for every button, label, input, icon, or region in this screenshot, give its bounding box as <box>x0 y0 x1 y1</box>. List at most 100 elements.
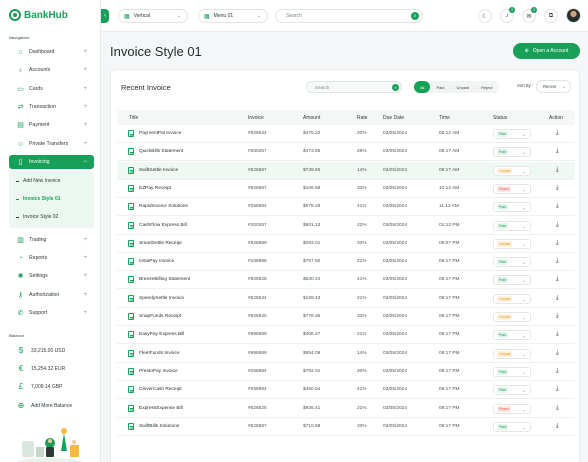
download-icon[interactable]: ⤓ <box>556 331 559 338</box>
download-icon[interactable]: ⤓ <box>556 350 559 357</box>
col-title[interactable]: Title <box>129 115 138 121</box>
user-avatar[interactable] <box>566 8 581 23</box>
menu-select[interactable]: ▦ Menu 01 ⌄ <box>198 9 268 23</box>
download-icon[interactable]: ⤓ <box>556 258 559 265</box>
status-select[interactable]: Paid ⌄ <box>493 147 531 158</box>
status-select[interactable]: Reject ⌄ <box>493 183 531 194</box>
table-row[interactable]: EasyPay Express Bill #696589 $406.27 21% 03/… <box>117 326 575 345</box>
status-select[interactable]: Unpaid ⌄ <box>493 165 531 176</box>
top-search-input[interactable]: Search ⌕ <box>275 9 423 23</box>
search-icon[interactable]: ⌕ <box>392 84 399 91</box>
wallet-icon: ▤ <box>17 121 24 129</box>
table-row[interactable]: PaymentPal Invoice #526534 $475.22 20% 03/05… <box>117 125 575 143</box>
sidebar-item-private-transfers[interactable]: ☺ Private Transfers + <box>9 137 94 151</box>
table-row[interactable]: CleverCash Receipt #256584 $450.54 41% 03/05… <box>117 381 575 400</box>
invoice-search-input[interactable]: Search ⌕ <box>306 81 402 93</box>
col-time[interactable]: Time <box>439 115 450 121</box>
filter-unpaid[interactable]: Unpaid <box>450 81 475 93</box>
table-row[interactable]: QuickBills Statement #200257 $473.85 26% 03/… <box>117 143 575 162</box>
download-icon[interactable]: ⤓ <box>556 423 559 430</box>
status-select[interactable]: Paid ⌄ <box>493 330 531 341</box>
download-icon[interactable]: ⤓ <box>556 368 559 375</box>
status-select[interactable]: Unpaid ⌄ <box>493 312 531 322</box>
download-icon[interactable]: ⤓ <box>556 276 559 283</box>
submenu-invoice-style-02[interactable]: Invoice Style 02 <box>16 214 58 220</box>
layout-select[interactable]: ▦ Vertical ⌄ <box>118 9 188 23</box>
table-row[interactable]: SnapFunds Receipt #526520 $778.35 33% 03/05/… <box>117 308 575 326</box>
sidebar-item-dashboard[interactable]: ⌂ Dashboard + <box>9 45 94 59</box>
search-icon[interactable]: ⌕ <box>411 12 419 20</box>
table-row[interactable]: SwiftBills Solutions #526587 $710.68 33% 03/… <box>117 418 575 436</box>
col-invoice[interactable]: Invoice <box>248 115 264 121</box>
submenu-invoice-style-01[interactable]: Invoice Style 01 <box>16 196 61 202</box>
download-icon[interactable]: ⤓ <box>556 167 559 174</box>
sidebar-item-support[interactable]: ✆ Support + <box>9 306 94 320</box>
sidebar-item-label: Settings <box>29 273 48 279</box>
download-icon[interactable]: ⤓ <box>556 148 559 155</box>
table-row[interactable]: PrestoPay Invoice #256584 $782.01 20% 03/05/… <box>117 363 575 381</box>
filter-reject[interactable]: Reject <box>475 81 498 93</box>
col-action[interactable]: Action <box>549 115 563 121</box>
download-icon[interactable]: ⤓ <box>556 185 559 192</box>
table-row[interactable]: SmartSettle Receipt #526589 $293.01 33% 03/0… <box>117 235 575 253</box>
sidebar-item-payment[interactable]: ▤ Payment + <box>9 118 94 132</box>
submenu-add-new-invoice[interactable]: Add New Invoice <box>16 178 61 184</box>
brand-logo[interactable]: BankHub <box>9 9 68 21</box>
sidebar-item-authorization[interactable]: ⚷ Authorization + <box>9 288 94 302</box>
table-row[interactable]: EZPay Receipt #526587 $106.58 33% 03/05/2024… <box>117 180 575 198</box>
minus-icon: − <box>83 159 87 165</box>
table-row[interactable]: CashFlow Express Bill #200257 $601.13 22% 03… <box>117 217 575 235</box>
download-icon[interactable]: ⤓ <box>556 313 559 320</box>
download-icon[interactable]: ⤓ <box>556 130 559 137</box>
status-select[interactable]: Unpaid ⌄ <box>493 238 531 249</box>
sidebar-item-cards[interactable]: ▭ Cards + <box>9 82 94 96</box>
cell-rate: 20% <box>357 368 367 374</box>
download-icon[interactable]: ⤓ <box>556 222 559 229</box>
add-balance-button[interactable]: ⊕ Add More Balance <box>17 401 73 410</box>
invoice-title: ExpressExpense Bill <box>139 405 183 411</box>
filter-paid[interactable]: Paid <box>430 81 450 93</box>
download-icon[interactable]: ⤓ <box>556 240 559 247</box>
open-account-button[interactable]: ⊕ Open a Account <box>513 43 580 59</box>
table-row[interactable]: SwiftSettle Invoice #526587 $739.65 14% 03/0… <box>117 161 575 180</box>
status-select[interactable]: Paid ⌄ <box>493 366 531 377</box>
download-icon[interactable]: ⤓ <box>556 386 559 393</box>
status-select[interactable]: Paid ⌄ <box>493 385 531 396</box>
sidebar-item-trading[interactable]: ▥ Trading + <box>9 233 94 247</box>
col-due-date[interactable]: Due Date <box>383 115 404 121</box>
sort-select[interactable]: Recent ⌄ <box>536 80 571 93</box>
sidebar-collapse-button[interactable]: ‹ <box>101 9 109 23</box>
sidebar-item-reports[interactable]: ◔ Reports + <box>9 251 94 265</box>
status-select[interactable]: Paid ⌄ <box>493 421 531 432</box>
status-select[interactable]: Unpaid ⌄ <box>493 293 531 304</box>
bell-icon[interactable]: ♪ 3 <box>500 7 515 23</box>
status-select[interactable]: Paid ⌄ <box>493 129 531 139</box>
status-select[interactable]: Paid ⌄ <box>493 220 531 231</box>
filter-all[interactable]: All <box>414 81 431 93</box>
status-select[interactable]: Paid ⌄ <box>493 275 531 286</box>
table-row[interactable]: ExpressExpense Bill #526525 $926.41 21% 03/0… <box>117 400 575 418</box>
sidebar-item-transaction[interactable]: ⇄ Transaction + <box>9 100 94 114</box>
theme-toggle-icon[interactable]: ☾ <box>478 9 492 23</box>
col-rate[interactable]: Rate <box>357 115 368 121</box>
status-select[interactable]: Paid ⌄ <box>493 257 531 268</box>
status-select[interactable]: Unpaid ⌄ <box>493 348 531 359</box>
download-icon[interactable]: ⤓ <box>556 405 559 412</box>
sidebar-item-settings[interactable]: ✺ Settings + <box>9 269 94 283</box>
table-row[interactable]: RapidInvoice Solutions #256584 $578.28 41% 0… <box>117 198 575 217</box>
col-status[interactable]: Status <box>493 115 507 121</box>
download-icon[interactable]: ⤓ <box>556 203 559 210</box>
language-icon[interactable]: ⧉ <box>544 9 558 23</box>
status-select[interactable]: Paid ⌄ <box>493 202 531 213</box>
col-amount[interactable]: Amount <box>303 115 320 121</box>
sidebar-item-accounts[interactable]: ♁ Accounts + <box>9 63 94 77</box>
sidebar-item-invoicing[interactable]: ▯ Invoicing − <box>9 155 94 169</box>
table-row[interactable]: FleetFunds Invoice #696589 $654.09 14% 03/05… <box>117 345 575 363</box>
status-select[interactable]: Reject ⌄ <box>493 403 531 414</box>
table-row[interactable]: SpeedySettle Invoice #526534 $169.43 21% 03/… <box>117 290 575 308</box>
message-icon[interactable]: ✉ 3 <box>522 7 537 23</box>
cell-invoice: #200257 <box>248 149 267 155</box>
table-row[interactable]: InstaPay Invoice #105986 $767.50 21% 03/05/2… <box>117 253 575 272</box>
download-icon[interactable]: ⤓ <box>556 295 559 302</box>
table-row[interactable]: BreezeBilling Statement #526525 $630.44 41%… <box>117 271 575 290</box>
